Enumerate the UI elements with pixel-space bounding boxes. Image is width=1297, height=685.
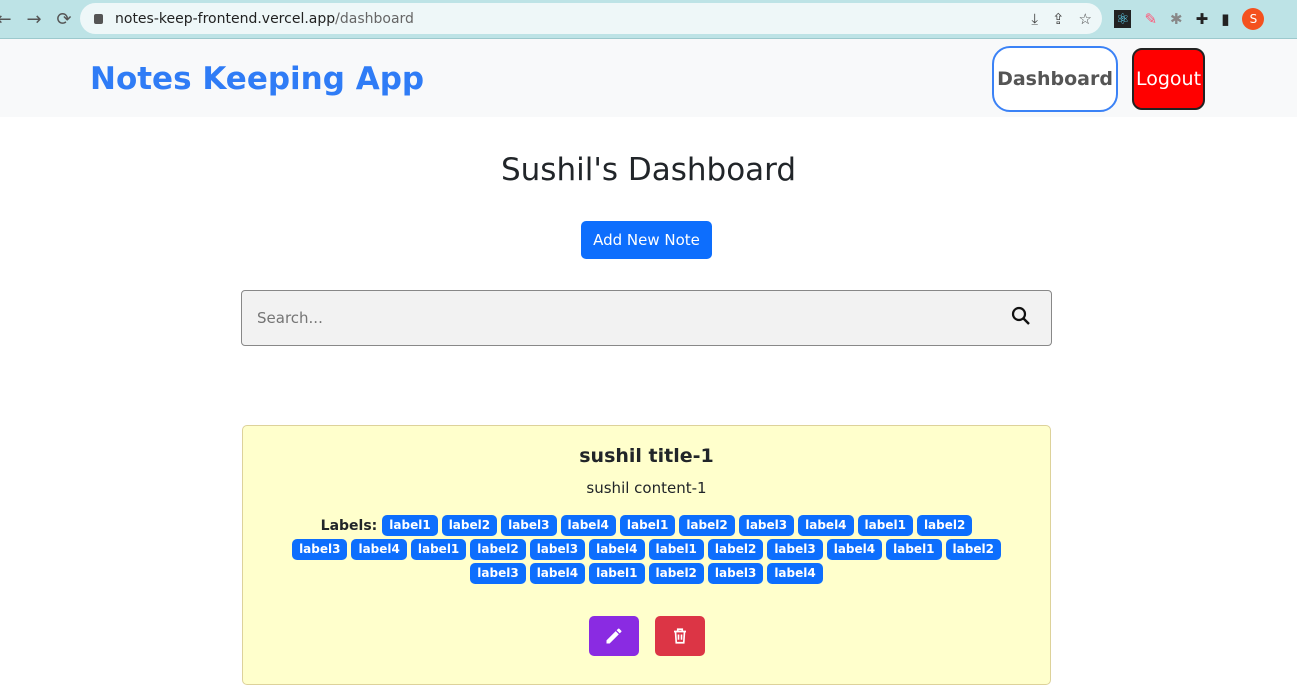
label-chip: label3 [767, 539, 823, 560]
address-bar[interactable]: notes-keep-frontend.vercel.app/dashboard… [80, 3, 1102, 34]
label-chip: label4 [560, 515, 616, 536]
page-title: Sushil's Dashboard [500, 152, 797, 188]
label-chip: label1 [648, 539, 704, 560]
label-chip: label3 [292, 539, 348, 560]
label-chip: label4 [351, 539, 407, 560]
label-chip: label1 [886, 539, 942, 560]
profile-avatar[interactable]: S [1242, 8, 1265, 30]
app-navbar: Notes Keeping App Dashboard Logout [0, 39, 1297, 117]
url-path: /dashboard [335, 10, 414, 27]
url-host: notes-keep-frontend.vercel.app [115, 10, 336, 27]
label-chip: label2 [441, 515, 498, 536]
search-icon[interactable] [1011, 306, 1051, 330]
label-chip: label4 [589, 539, 645, 560]
label-chip: label3 [707, 563, 764, 584]
label-chip: label2 [707, 539, 764, 560]
share-icon[interactable]: ⇪ [1052, 10, 1065, 28]
note-content: sushil content-1 [586, 479, 707, 497]
react-devtools-icon[interactable]: ⚛ [1114, 10, 1132, 28]
extensions-puzzle-icon[interactable]: ✚ [1196, 10, 1209, 28]
note-card: sushil title-1 sushil content-1 Labels: … [242, 425, 1051, 685]
note-labels: Labels: label1 label2 label3 label4 label1 la… [292, 515, 1002, 584]
label-chip: label3 [529, 539, 586, 560]
label-chip: label3 [501, 515, 557, 536]
delete-note-button[interactable] [654, 616, 705, 656]
label-chip: label2 [470, 539, 526, 560]
brand-logo[interactable]: Notes Keeping App [90, 61, 424, 97]
pencil-icon [606, 628, 621, 644]
back-icon[interactable]: ← [0, 9, 16, 30]
label-chip: label1 [410, 539, 467, 560]
logout-button[interactable]: Logout [1132, 48, 1205, 110]
label-chip: label2 [648, 563, 704, 584]
edit-note-button[interactable] [588, 616, 639, 656]
label-chip: label3 [738, 515, 795, 536]
side-panel-icon[interactable]: ▮ [1221, 10, 1229, 28]
label-chip: label4 [529, 563, 586, 584]
label-chip: label4 [826, 539, 883, 560]
dashboard-button[interactable]: Dashboard [992, 46, 1118, 112]
search-input[interactable] [242, 309, 1011, 327]
label-chip: label1 [589, 563, 645, 584]
label-chip: label2 [679, 515, 735, 536]
star-icon[interactable]: ☆ [1079, 10, 1092, 28]
label-chip: label1 [857, 515, 913, 536]
labels-heading: Labels: [320, 517, 378, 534]
label-chip: label3 [470, 563, 526, 584]
add-new-note-button[interactable]: Add New Note [581, 221, 712, 259]
label-chip: label4 [767, 563, 823, 584]
install-icon[interactable]: ⤓ [1031, 10, 1038, 28]
forward-icon[interactable]: → [22, 9, 46, 30]
label-chip: label1 [619, 515, 676, 536]
trash-icon [673, 628, 686, 644]
label-chip: label2 [916, 515, 973, 536]
reload-icon[interactable]: ⟳ [52, 9, 76, 30]
search-bar [241, 290, 1052, 346]
label-chip: label1 [382, 515, 438, 536]
lock-icon [94, 13, 103, 24]
label-chip: label4 [798, 515, 854, 536]
bug-icon[interactable]: ✱ [1170, 10, 1183, 28]
browser-toolbar: ← → ⟳ notes-keep-frontend.vercel.app/das… [0, 0, 1297, 39]
label-chip: label2 [945, 539, 1001, 560]
extension-pen-icon[interactable]: ✎ [1144, 10, 1157, 28]
note-title: sushil title-1 [579, 445, 714, 467]
